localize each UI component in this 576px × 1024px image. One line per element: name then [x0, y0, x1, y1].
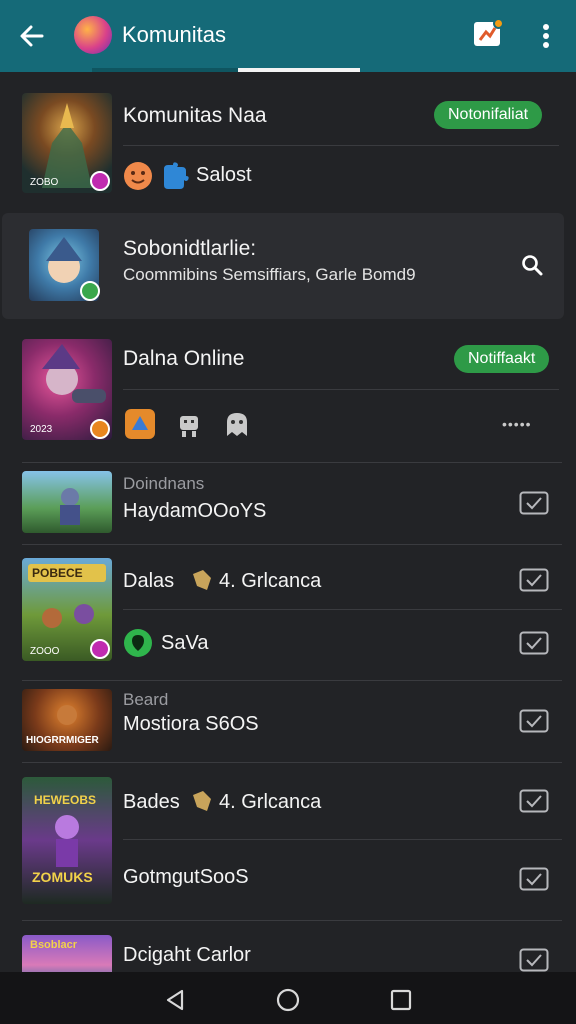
divider — [22, 462, 562, 463]
divider — [22, 680, 562, 681]
community-name: Dalna Online — [123, 347, 245, 370]
item-extra: 4. Grlcanca — [219, 570, 322, 592]
item-name: Dalas — [123, 570, 175, 592]
thumbnail-caption: POBECE — [32, 566, 83, 580]
puzzle-icon — [164, 162, 189, 189]
item-name: GotmgutSooS — [123, 866, 249, 888]
app-bar: Komunitas — [0, 0, 576, 72]
community-list: ZOBO Komunitas Naa Notonifaliat Salost S… — [0, 72, 576, 972]
robot-icon — [180, 416, 198, 437]
item-label: Doindnans — [123, 474, 205, 493]
community-search-card[interactable]: Sobonidtlarlie: Coommibins Semsiffiars, … — [2, 213, 564, 319]
page-title: Komunitas — [122, 22, 226, 47]
check-box-icon[interactable] — [519, 867, 549, 891]
item-name: SaVa — [161, 632, 209, 654]
recents-square-icon[interactable] — [389, 988, 413, 1012]
thumbnail-caption: ZOOO — [30, 646, 60, 657]
check-box-icon[interactable] — [519, 631, 549, 655]
check-box-icon[interactable] — [519, 491, 549, 515]
community-name: Komunitas Naa — [123, 104, 267, 127]
thumbnail-caption: ZOMUKS — [32, 869, 93, 885]
trophy-hand-icon — [193, 570, 211, 590]
community-status: Salost — [196, 164, 252, 186]
emoji-face-icon — [124, 162, 152, 190]
thumbnail-caption: 2023 — [30, 424, 53, 435]
notification-icon[interactable] — [474, 18, 504, 46]
thumbnail-caption: ZOBO — [30, 177, 59, 188]
divider — [22, 762, 562, 763]
app-badge-icon — [90, 639, 110, 659]
divider — [123, 609, 562, 610]
divider — [22, 920, 562, 921]
check-box-icon[interactable] — [519, 789, 549, 813]
back-triangle-icon[interactable] — [163, 988, 187, 1012]
thumbnail-caption: HEWEOBS — [34, 793, 97, 807]
notification-badge[interactable]: Notiffaakt — [454, 345, 550, 373]
card-title: Sobonidtlarlie: — [123, 237, 257, 260]
item-thumbnail: HEWEOBS ZOMUKS — [22, 777, 112, 904]
thumbnail-caption: HIOGRRMIGER — [26, 735, 99, 746]
item-label: Beard — [123, 690, 169, 709]
item-thumbnail — [22, 471, 112, 533]
item-name: Bades — [123, 791, 180, 813]
item-name: Dcigaht Carlor — [123, 944, 251, 966]
app-badge-icon — [90, 419, 110, 439]
divider — [123, 839, 562, 840]
system-navigation-bar — [0, 972, 576, 1024]
check-box-icon[interactable] — [519, 709, 549, 733]
item-extra: 4. Grlcanca — [219, 791, 322, 813]
search-icon[interactable] — [520, 253, 544, 277]
more-vert-icon[interactable] — [536, 20, 556, 52]
home-circle-icon[interactable] — [276, 988, 300, 1012]
item-name: Mostiora S6OS — [123, 713, 259, 735]
item-name: HaydamOOoYS — [123, 500, 267, 522]
item-thumbnail: Bsoblacr — [22, 935, 112, 972]
notification-dot-icon — [493, 18, 504, 29]
location-pin-icon — [124, 629, 152, 657]
more-options[interactable]: ••••• — [502, 416, 532, 432]
divider — [22, 544, 562, 545]
back-arrow-icon[interactable] — [16, 20, 48, 52]
divider — [123, 145, 559, 146]
divider — [123, 389, 559, 390]
app-badge-icon — [90, 171, 110, 191]
ghost-icon — [227, 413, 247, 436]
trophy-hand-icon — [193, 791, 211, 811]
game-icon — [125, 409, 155, 439]
thumbnail-caption: Bsoblacr — [30, 939, 78, 951]
community-logo-icon — [74, 16, 112, 54]
app-badge-icon — [80, 281, 100, 301]
check-box-icon[interactable] — [519, 568, 549, 592]
notification-badge[interactable]: Notonifaliat — [434, 101, 543, 129]
item-thumbnail: HIOGRRMIGER — [22, 689, 112, 751]
card-subtitle: Coommibins Semsiffiars, Garle Bomd9 — [123, 265, 416, 284]
check-box-icon[interactable] — [519, 948, 549, 972]
